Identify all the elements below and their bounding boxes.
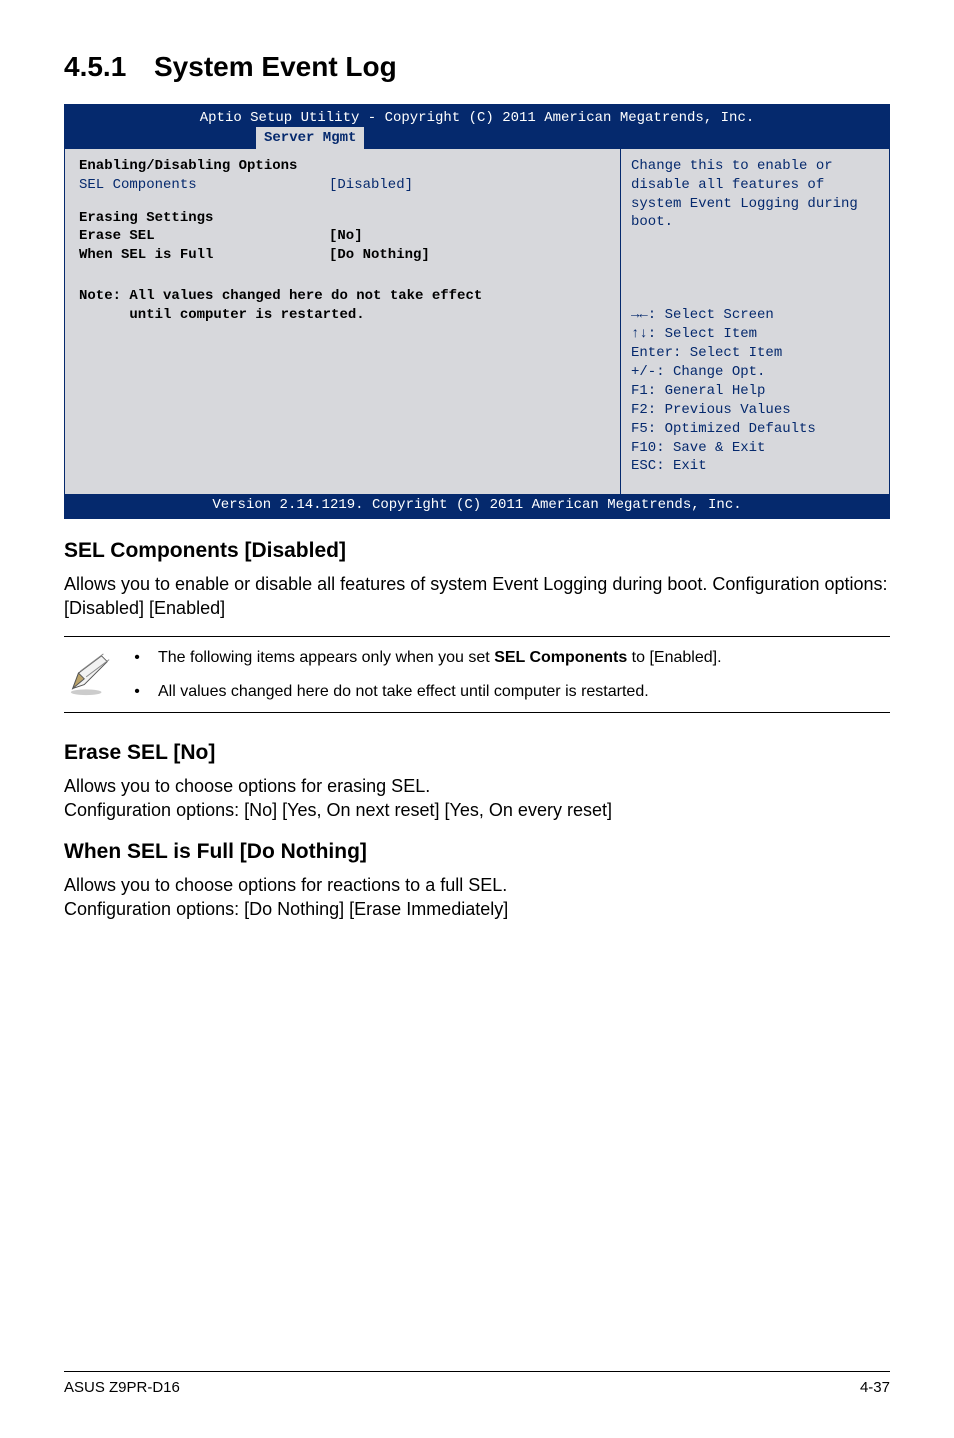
sub3-heading: When SEL is Full [Do Nothing] <box>64 838 890 866</box>
bios-header-text: Aptio Setup Utility - Copyright (C) 2011… <box>65 105 889 128</box>
bios-when-full-label: When SEL is Full <box>79 246 329 265</box>
bios-nav-l3: Enter: Select Item <box>631 344 879 363</box>
bios-when-full-value: [Do Nothing] <box>329 246 430 265</box>
note-item-1c: to [Enabled]. <box>627 649 721 666</box>
bios-footer: Version 2.14.1219. Copyright (C) 2011 Am… <box>65 494 889 518</box>
bios-nav-l4: +/-: Change Opt. <box>631 363 879 382</box>
sub1-heading: SEL Components [Disabled] <box>64 537 890 565</box>
footer-right: 4-37 <box>860 1378 890 1398</box>
bios-help-text: Change this to enable or disable all fea… <box>631 157 879 233</box>
bios-tab-server-mgmt: Server Mgmt <box>255 126 365 149</box>
sub2-body: Allows you to choose options for erasing… <box>64 774 890 823</box>
bios-nav-l9: ESC: Exit <box>631 457 879 476</box>
section-number: 4.5.1 <box>64 48 154 86</box>
bios-nav-l7: F5: Optimized Defaults <box>631 420 879 439</box>
bios-nav-l6: F2: Previous Values <box>631 401 879 420</box>
bios-nav-l2: ↑↓: Select Item <box>631 325 879 344</box>
bios-right-pane: Change this to enable or disable all fea… <box>620 149 889 495</box>
page-footer: ASUS Z9PR-D16 4-37 <box>64 1371 890 1398</box>
note-item-1a: The following items appears only when yo… <box>158 649 494 666</box>
note-item-1: • The following items appears only when … <box>134 647 882 669</box>
pencil-note-icon <box>64 647 116 702</box>
bios-erase-sel-label: Erase SEL <box>79 227 329 246</box>
note-box: • The following items appears only when … <box>64 636 890 713</box>
bios-note-line2: until computer is restarted. <box>79 306 610 325</box>
note-item-2: • All values changed here do not take ef… <box>134 681 882 703</box>
bios-header: Aptio Setup Utility - Copyright (C) 2011… <box>65 105 889 149</box>
bios-group2-heading: Erasing Settings <box>79 209 610 228</box>
footer-left: ASUS Z9PR-D16 <box>64 1378 180 1398</box>
bullet-icon: • <box>134 647 140 669</box>
bios-screenshot: Aptio Setup Utility - Copyright (C) 2011… <box>64 104 890 519</box>
section-heading: 4.5.1System Event Log <box>64 48 890 86</box>
bios-sel-components-value: [Disabled] <box>329 176 413 195</box>
bullet-icon: • <box>134 681 140 703</box>
bios-nav-l1: →←: Select Screen <box>631 306 879 325</box>
bios-sel-components-label: SEL Components <box>79 176 329 195</box>
bios-nav-l8: F10: Save & Exit <box>631 439 879 458</box>
note-item-1-text: The following items appears only when yo… <box>158 647 722 669</box>
note-item-1b: SEL Components <box>494 649 627 666</box>
bios-note-line1: Note: All values changed here do not tak… <box>79 287 610 306</box>
sub1-body: Allows you to enable or disable all feat… <box>64 572 890 621</box>
bios-left-pane: Enabling/Disabling Options SEL Component… <box>65 149 620 495</box>
sub3-body: Allows you to choose options for reactio… <box>64 873 890 922</box>
bios-group1-heading: Enabling/Disabling Options <box>79 157 610 176</box>
bios-nav-l5: F1: General Help <box>631 382 879 401</box>
note-item-2-text: All values changed here do not take effe… <box>158 681 649 703</box>
section-title: System Event Log <box>154 51 397 82</box>
bios-erase-sel-value: [No] <box>329 227 363 246</box>
sub2-heading: Erase SEL [No] <box>64 739 890 767</box>
